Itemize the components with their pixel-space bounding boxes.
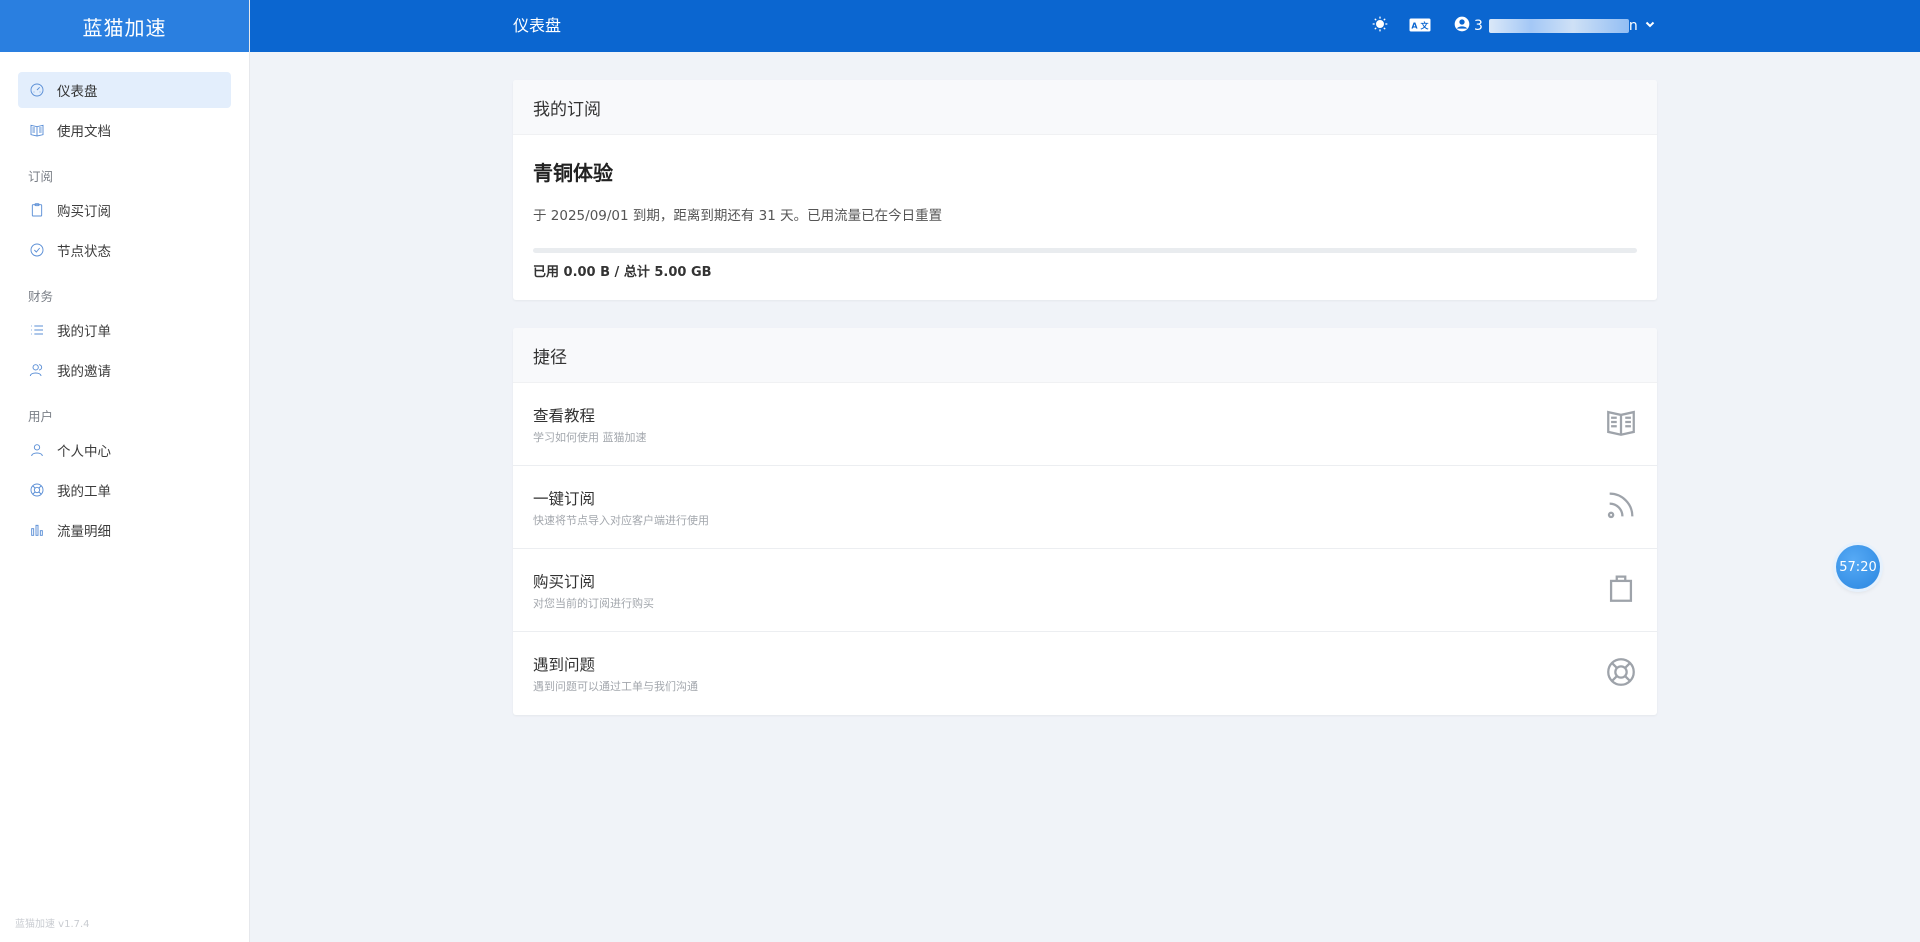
sidebar-item-label: 节点状态 xyxy=(57,244,111,260)
shortcut-title: 一键订阅 xyxy=(533,489,596,508)
sidebar-item-dashboard[interactable]: 仪表盘 xyxy=(18,72,231,108)
shortcut-get-help[interactable]: 遇到问题 遇到问题可以通过工单与我们沟通 xyxy=(513,632,1657,715)
sidebar-item-label: 流量明细 xyxy=(57,524,111,540)
clipboard-icon xyxy=(28,201,46,219)
shortcut-desc: 学习如何使用 蓝猫加速 xyxy=(533,430,647,444)
lifebuoy-icon xyxy=(28,481,46,499)
sidebar-item-invites[interactable]: 我的邀请 xyxy=(18,352,231,388)
page-title: 仪表盘 xyxy=(513,16,562,35)
sidebar-item-label: 仪表盘 xyxy=(57,84,98,100)
sidebar: 蓝猫加速 仪表盘 使用文档 订阅 购买订阅 节点状态 财务 我的订单 我的邀请 … xyxy=(0,0,250,942)
subscription-card-title: 我的订阅 xyxy=(513,80,1657,135)
list-icon xyxy=(28,321,46,339)
user-icon xyxy=(28,441,46,459)
username-prefix: 3 xyxy=(1474,18,1483,34)
sidebar-item-label: 使用文档 xyxy=(57,124,111,140)
plan-name: 青铜体验 xyxy=(533,161,613,185)
shopping-bag-icon xyxy=(1604,571,1638,609)
svg-text:A: A xyxy=(1411,21,1418,30)
username-suffix: n xyxy=(1628,18,1638,34)
shortcuts-card: 捷径 查看教程 学习如何使用 蓝猫加速 一键订阅 快速将节点导入对应客户端进行使… xyxy=(513,328,1657,715)
floating-timer-button[interactable]: 57:20 xyxy=(1836,545,1880,589)
check-circle-icon xyxy=(28,241,46,259)
rss-icon xyxy=(1604,488,1638,526)
shortcut-one-click-subscribe[interactable]: 一键订阅 快速将节点导入对应客户端进行使用 xyxy=(513,466,1657,549)
sidebar-item-label: 我的工单 xyxy=(57,484,111,500)
users-icon xyxy=(28,361,46,379)
version-label: 蓝猫加速 v1.7.4 xyxy=(15,919,90,930)
sidebar-item-docs[interactable]: 使用文档 xyxy=(18,112,231,148)
header-tools: A文 3 n xyxy=(1360,0,1656,52)
sidebar-item-traffic[interactable]: 流量明细 xyxy=(18,512,231,548)
shortcut-title: 查看教程 xyxy=(533,406,596,425)
shortcut-title: 遇到问题 xyxy=(533,656,596,674)
nav-heading-user: 用户 xyxy=(28,409,54,424)
book-icon xyxy=(1604,405,1638,443)
sidebar-item-profile[interactable]: 个人中心 xyxy=(18,432,231,468)
sidebar-item-label: 个人中心 xyxy=(57,444,111,460)
bar-chart-icon xyxy=(28,521,46,539)
subscription-card: 我的订阅 青铜体验 于 2025/09/01 到期，距离到期还有 31 天。已用… xyxy=(513,80,1657,300)
sidebar-item-tickets[interactable]: 我的工单 xyxy=(18,472,231,508)
shortcut-title: 购买订阅 xyxy=(533,572,596,591)
book-icon xyxy=(28,121,46,139)
top-header: 仪表盘 A文 3 n xyxy=(250,0,1920,52)
chevron-down-icon xyxy=(1644,18,1656,34)
sidebar-item-node-status[interactable]: 节点状态 xyxy=(18,232,231,268)
brand-logo[interactable]: 蓝猫加速 xyxy=(0,0,249,52)
nav-heading-finance: 财务 xyxy=(28,289,54,304)
sidebar-item-label: 我的邀请 xyxy=(57,364,111,380)
translate-icon: A文 xyxy=(1409,17,1431,36)
language-button[interactable]: A文 xyxy=(1400,0,1440,52)
traffic-progress-bar xyxy=(533,248,1637,253)
sidebar-item-label: 我的订单 xyxy=(57,324,111,340)
expire-text: 于 2025/09/01 到期，距离到期还有 31 天。已用流量已在今日重置 xyxy=(533,208,943,224)
shortcut-tutorial[interactable]: 查看教程 学习如何使用 蓝猫加速 xyxy=(513,383,1657,466)
shortcut-desc: 快速将节点导入对应客户端进行使用 xyxy=(533,513,709,527)
main-content: 我的订阅 青铜体验 于 2025/09/01 到期，距离到期还有 31 天。已用… xyxy=(513,80,1657,743)
svg-text:文: 文 xyxy=(1421,20,1430,30)
sidebar-nav: 仪表盘 使用文档 订阅 购买订阅 节点状态 财务 我的订单 我的邀请 用户 个人… xyxy=(0,52,249,548)
user-circle-icon xyxy=(1454,16,1470,36)
sun-icon xyxy=(1372,16,1388,36)
sidebar-item-buy-subscription[interactable]: 购买订阅 xyxy=(18,192,231,228)
gauge-icon xyxy=(28,81,46,99)
usage-text: 已用 0.00 B / 总计 5.00 GB xyxy=(533,265,712,280)
shortcuts-list: 查看教程 学习如何使用 蓝猫加速 一键订阅 快速将节点导入对应客户端进行使用 购… xyxy=(513,383,1657,715)
theme-toggle-button[interactable] xyxy=(1360,0,1400,52)
username-masked xyxy=(1488,19,1629,33)
subscription-body: 青铜体验 于 2025/09/01 到期，距离到期还有 31 天。已用流量已在今… xyxy=(513,135,1657,300)
user-menu[interactable]: 3 n xyxy=(1454,16,1656,36)
shortcut-desc: 对您当前的订阅进行购买 xyxy=(533,596,654,610)
sidebar-item-orders[interactable]: 我的订单 xyxy=(18,312,231,348)
shortcut-desc: 遇到问题可以通过工单与我们沟通 xyxy=(533,680,698,693)
sidebar-item-label: 购买订阅 xyxy=(57,204,111,220)
shortcut-buy-subscription[interactable]: 购买订阅 对您当前的订阅进行购买 xyxy=(513,549,1657,632)
lifebuoy-icon xyxy=(1604,655,1638,693)
shortcuts-card-title: 捷径 xyxy=(513,328,1657,383)
nav-heading-subscription: 订阅 xyxy=(28,169,54,184)
